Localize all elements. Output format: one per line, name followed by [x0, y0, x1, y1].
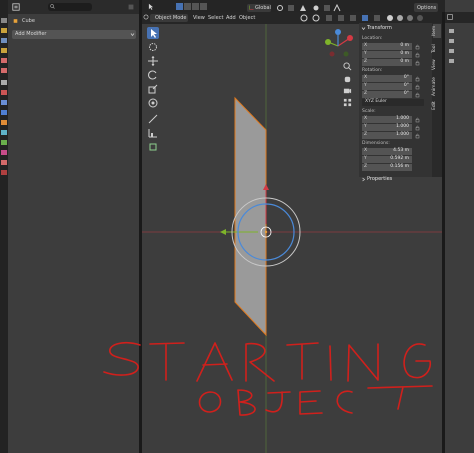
handwritten-annotation	[103, 342, 433, 416]
